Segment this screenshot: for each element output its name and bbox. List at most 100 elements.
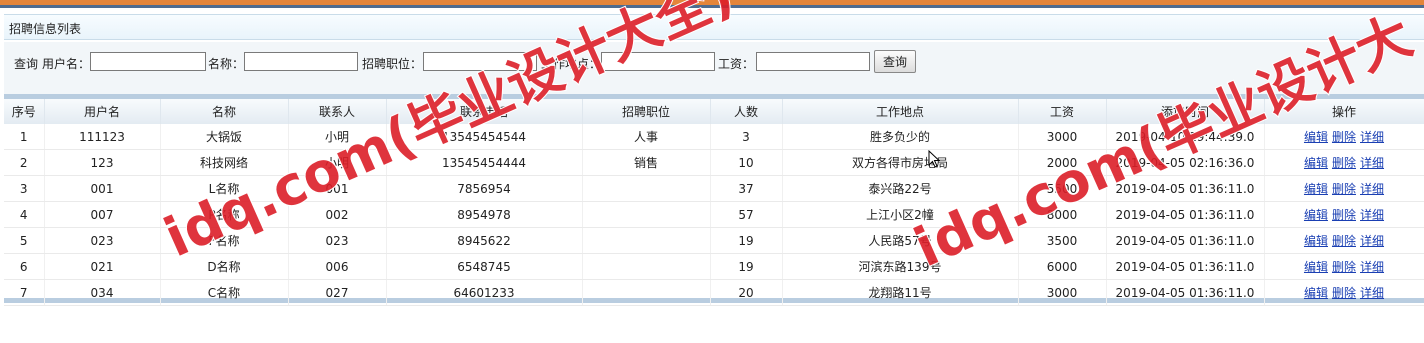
delete-link[interactable]: 删除 (1332, 182, 1356, 196)
table-cell: 37 (710, 175, 783, 202)
table-cell: 023 (44, 227, 161, 254)
delete-link[interactable]: 删除 (1332, 156, 1356, 170)
detail-link[interactable]: 详细 (1360, 156, 1384, 170)
column-header: 工作地点 (782, 99, 1019, 124)
position-input[interactable] (423, 52, 537, 71)
column-header: 人数 (710, 99, 783, 124)
detail-link[interactable]: 详细 (1360, 130, 1384, 144)
table-cell: 19 (710, 227, 783, 254)
column-header: 联系人 (288, 99, 387, 124)
recruitment-table: 序号 用户名 名称 联系人 联系电话 招聘职位 人数 工作地点 工资 添加时间 操作 1 111123… (4, 99, 1424, 306)
query-label: 查询 (14, 57, 39, 71)
search-form: 查询 用户名： 名称： 招聘职位： 工作地点： 工资： 查询 (4, 42, 1424, 94)
salary-input[interactable] (756, 52, 870, 71)
table-cell: 006 (288, 253, 387, 280)
table-cell: 双方各得市房地局 (782, 149, 1019, 176)
recruitment-table-container: 序号 用户名 名称 联系人 联系电话 招聘职位 人数 工作地点 工资 添加时间 操作 1 111123… (4, 94, 1424, 306)
delete-link[interactable]: 删除 (1332, 260, 1356, 274)
position-label: 招聘职位： (362, 57, 423, 71)
table-cell: 龙翔路11号 (782, 279, 1019, 306)
top-band (0, 5, 1424, 8)
table-cell: 002 (288, 201, 387, 228)
table-cell: 8954978 (386, 201, 583, 228)
username-label: 用户名： (42, 57, 91, 71)
table-cell: 1 (4, 124, 45, 150)
table-cell: 3000 (1018, 124, 1107, 150)
table-cell: F名称 (160, 227, 289, 254)
edit-link[interactable]: 编辑 (1304, 234, 1328, 248)
table-cell: 3 (4, 175, 45, 202)
table-cell: 021 (44, 253, 161, 280)
username-input[interactable] (90, 52, 206, 71)
table-cell: 大锅饭 (160, 124, 289, 150)
edit-link[interactable]: 编辑 (1304, 156, 1328, 170)
column-header: 名称 (160, 99, 289, 124)
table-cell: 2019-04-05 02:16:36.0 (1106, 149, 1265, 176)
edit-link[interactable]: 编辑 (1304, 286, 1328, 300)
table-cell: 6548745 (386, 253, 583, 280)
table-cell: L名称 (160, 175, 289, 202)
delete-link[interactable]: 删除 (1332, 130, 1356, 144)
table-cell: 上江小区2幢 (782, 201, 1019, 228)
table-cell: 泰兴路22号 (782, 175, 1019, 202)
table-row: 1 111123 大锅饭 小明 13545454544 人事 3 胜多负少的 3000 2019-… (4, 124, 1424, 150)
table-cell: 6 (4, 253, 45, 280)
table-cell: 20 (710, 279, 783, 306)
table-cell: 2019-04-05 01:36:11.0 (1106, 175, 1265, 202)
table-cell: 8000 (1018, 201, 1107, 228)
table-cell: 3 (710, 124, 783, 150)
row-actions: 编辑 删除 详细 (1264, 124, 1424, 150)
detail-link[interactable]: 详细 (1360, 286, 1384, 300)
row-actions: 编辑 删除 详细 (1264, 201, 1424, 228)
table-cell: 007 (44, 201, 161, 228)
table-cell: 001 (44, 175, 161, 202)
edit-link[interactable]: 编辑 (1304, 208, 1328, 222)
table-cell: 5 (4, 227, 45, 254)
table-cell: 57 (710, 201, 783, 228)
table-cell: 2019-04-05 01:36:11.0 (1106, 227, 1265, 254)
delete-link[interactable]: 删除 (1332, 208, 1356, 222)
column-header: 操作 (1264, 99, 1424, 124)
search-button[interactable]: 查询 (874, 50, 916, 73)
table-cell: 2019-04-05 01:36:11.0 (1106, 253, 1265, 280)
delete-link[interactable]: 删除 (1332, 234, 1356, 248)
column-header: 联系电话 (386, 99, 583, 124)
table-row: 7 034 C名称 027 64601233 20 龙翔路11号 3000 2019-04-05… (4, 279, 1424, 306)
table-cell: 销售 (582, 149, 711, 176)
table-cell: 023 (288, 227, 387, 254)
name-input[interactable] (244, 52, 358, 71)
detail-link[interactable]: 详细 (1360, 182, 1384, 196)
table-cell: D名称 (160, 253, 289, 280)
detail-link[interactable]: 详细 (1360, 234, 1384, 248)
table-cell (582, 201, 711, 228)
table-cell: 001 (288, 175, 387, 202)
edit-link[interactable]: 编辑 (1304, 130, 1328, 144)
table-cell: 胜多负少的 (782, 124, 1019, 150)
table-cell: 2 (4, 149, 45, 176)
table-cell (582, 175, 711, 202)
table-cell: 034 (44, 279, 161, 306)
table-cell: 人事 (582, 124, 711, 150)
location-input[interactable] (601, 52, 715, 71)
table-cell: 13545454444 (386, 149, 583, 176)
edit-link[interactable]: 编辑 (1304, 182, 1328, 196)
detail-link[interactable]: 详细 (1360, 260, 1384, 274)
column-header: 工资 (1018, 99, 1107, 124)
table-cell: 7 (4, 279, 45, 306)
table-cell: 13545454544 (386, 124, 583, 150)
table-cell: 2019-04-10 19:44:39.0 (1106, 124, 1265, 150)
table-cell: 5500 (1018, 175, 1107, 202)
table-cell: 小明 (288, 124, 387, 150)
table-cell: 19 (710, 253, 783, 280)
column-header: 用户名 (44, 99, 161, 124)
table-row: 5 023 F名称 023 8945622 19 人民路57号 3500 2019-04-05 … (4, 227, 1424, 254)
table-cell: 111123 (44, 124, 161, 150)
table-row: 2 123 科技网络 小明 13545454444 销售 10 双方各得市房地局 2000 201… (4, 149, 1424, 176)
edit-link[interactable]: 编辑 (1304, 260, 1328, 274)
detail-link[interactable]: 详细 (1360, 208, 1384, 222)
table-cell (582, 279, 711, 306)
table-cell: 10 (710, 149, 783, 176)
row-actions: 编辑 删除 详细 (1264, 279, 1424, 306)
delete-link[interactable]: 删除 (1332, 286, 1356, 300)
table-row: 4 007 P名称 002 8954978 57 上江小区2幢 8000 2019-04-05 … (4, 201, 1424, 228)
